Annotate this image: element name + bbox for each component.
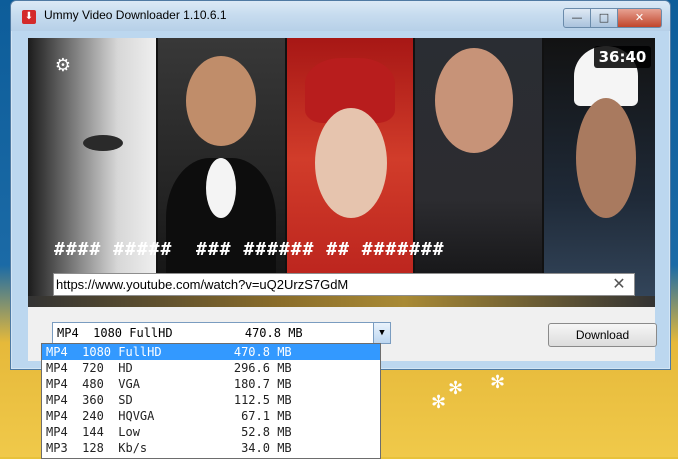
video-duration: 36:40 [594,46,651,68]
app-window: ⬇ Ummy Video Downloader 1.10.6.1 — □ ✕ ⚙… [10,0,671,370]
thumbnail-panel [544,38,655,307]
url-input[interactable] [56,274,606,295]
thumbnail-panel [158,38,285,307]
thumbnail-panel [415,38,542,307]
thumbnail-panel [28,38,156,307]
desktop-decoration: ✻ [448,378,464,399]
format-option[interactable]: MP4 480 VGA 180.7 MB [42,376,380,392]
format-option[interactable]: MP4 720 HD 296.6 MB [42,360,380,376]
format-option[interactable]: MP4 240 HQVGA 67.1 MB [42,408,380,424]
thumbnail-panel [287,38,413,307]
gear-icon[interactable]: ⚙ [53,56,73,76]
format-option[interactable]: MP4 1080 FullHD 470.8 MB [42,344,380,360]
minimize-button[interactable]: — [563,8,591,28]
thumbnail-detail [315,108,387,218]
title-bar[interactable]: ⬇ Ummy Video Downloader 1.10.6.1 — □ ✕ [11,1,670,31]
format-dropdown-list[interactable]: MP4 1080 FullHD 470.8 MB MP4 720 HD 296.… [41,343,381,459]
maximize-button[interactable]: □ [590,8,618,28]
desktop-decoration: ✻ [431,392,447,413]
close-icon[interactable]: ✕ [610,275,628,293]
url-field[interactable]: ✕ [53,273,635,296]
format-option[interactable]: MP3 128 Kb/s 34.0 MB [42,440,380,456]
video-thumbnail: ⚙ 36:40 #### ##### ### ###### ## #######… [28,38,655,307]
format-select[interactable]: MP4 1080 FullHD 470.8 MB ▼ [52,322,391,344]
format-selected-value: MP4 1080 FullHD 470.8 MB [57,326,303,340]
close-button[interactable]: ✕ [617,8,662,28]
format-option[interactable]: MP4 144 Low 52.8 MB [42,424,380,440]
thumbnail-strip [28,296,655,307]
thumbnail-detail [576,98,636,218]
desktop-decoration: ✻ [490,372,506,393]
window-title: Ummy Video Downloader 1.10.6.1 [44,8,227,22]
thumbnail-detail [186,56,256,146]
app-icon: ⬇ [22,10,36,24]
thumbnail-detail [206,158,236,218]
format-option[interactable]: MP4 360 SD 112.5 MB [42,392,380,408]
video-title: #### ##### ### ###### ## ####### [54,239,445,260]
chevron-down-icon[interactable]: ▼ [373,323,390,343]
thumbnail-detail [435,48,513,153]
download-button[interactable]: Download [548,323,657,347]
thumbnail-detail [83,135,123,151]
